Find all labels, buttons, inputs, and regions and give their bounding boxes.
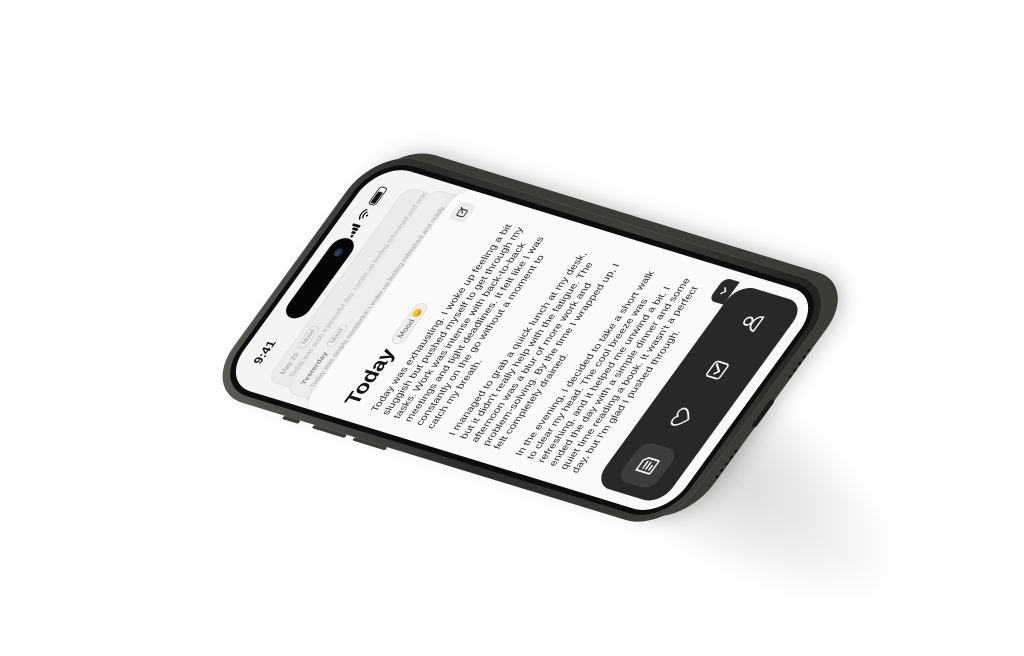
camera-lens-icon bbox=[332, 247, 346, 258]
tab-health[interactable] bbox=[650, 393, 714, 443]
tab-profile[interactable] bbox=[719, 298, 783, 348]
chevron-down-icon bbox=[719, 287, 726, 295]
mood-label: Mood bbox=[395, 318, 417, 339]
heart-icon bbox=[670, 408, 690, 427]
cellular-signal-icon bbox=[345, 223, 361, 238]
mood-emoji-icon bbox=[410, 307, 424, 319]
status-time: 9:41 bbox=[250, 339, 279, 366]
tab-tasks[interactable] bbox=[685, 345, 749, 395]
battery-icon bbox=[367, 186, 388, 207]
journal-icon bbox=[634, 457, 660, 476]
checkbox-icon bbox=[705, 361, 729, 380]
tab-journal[interactable] bbox=[615, 440, 680, 491]
wifi-icon bbox=[358, 208, 369, 220]
edit-icon bbox=[456, 206, 468, 218]
product-render-scene: 9:41 May 25 Mood Yesterday Mood Today wa… bbox=[0, 0, 1024, 656]
profile-icon bbox=[742, 316, 765, 333]
